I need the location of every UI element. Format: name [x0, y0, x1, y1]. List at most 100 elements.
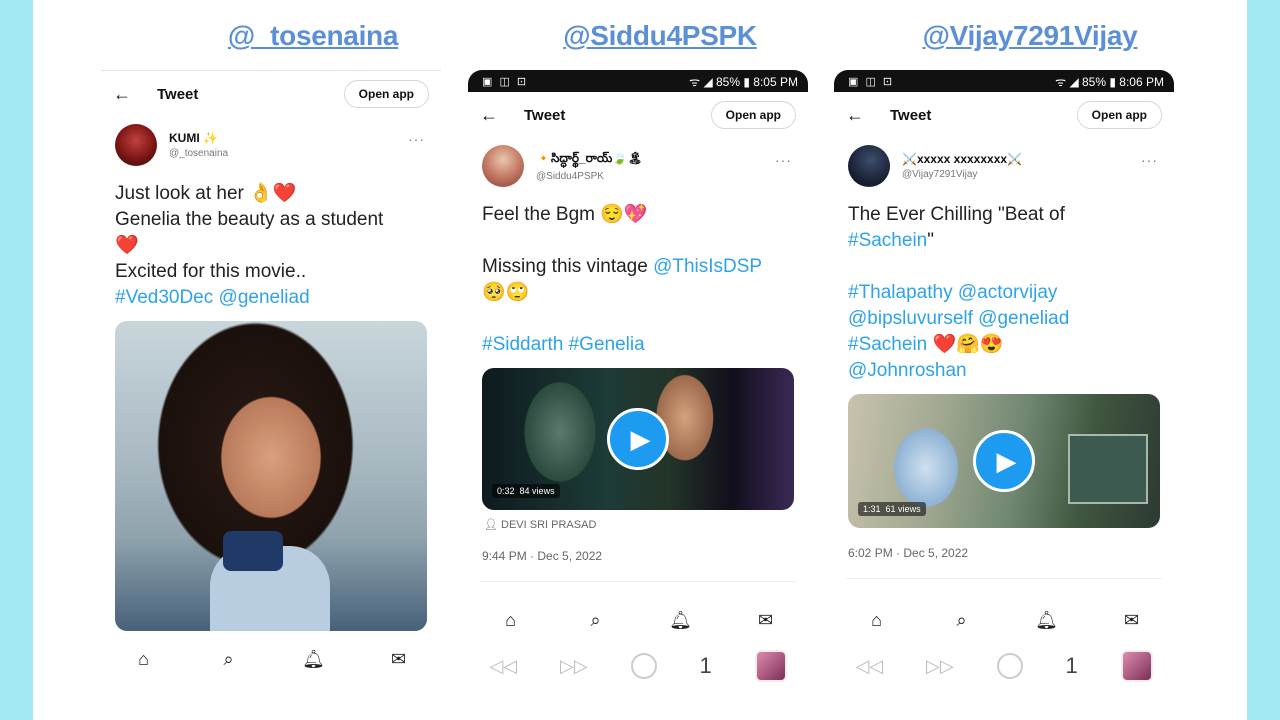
open-app-button[interactable]: Open app	[710, 101, 796, 129]
photo-bow	[223, 531, 283, 571]
video-duration: 0:32	[497, 486, 515, 496]
video-stats: 0:32 84 views	[492, 484, 560, 498]
hashtag-link[interactable]: #Siddarth #Genelia	[482, 332, 794, 358]
status-bar: ▣ ◫ ⊡ ᯤ ◢ 85% ▮ 8:06 PM	[834, 70, 1174, 92]
open-app-button[interactable]: Open app	[1076, 101, 1162, 129]
search-icon[interactable]: ⌕	[214, 649, 244, 670]
play-icon[interactable]: ▶	[973, 430, 1035, 492]
divider	[846, 578, 1162, 579]
search-icon[interactable]: ⌕	[947, 610, 977, 631]
arrow-left-icon[interactable]: ←	[846, 105, 880, 126]
hashtag-link[interactable]: #Thalapathy @actorvijay	[848, 280, 1160, 306]
avatar[interactable]	[482, 145, 524, 187]
avatar[interactable]	[848, 145, 890, 187]
username[interactable]: @Vijay7291Vijay	[902, 169, 1022, 180]
tweet-author: KUMI ✨ @_tosenaina ···	[101, 117, 441, 173]
tweet-header: ← Tweet Open app	[834, 92, 1174, 138]
tweet-line: The Ever Chilling "Beat of	[848, 204, 1065, 225]
video-frame-bus	[1068, 434, 1148, 504]
page-title: Tweet	[157, 85, 199, 103]
status-icons: ▣ ◫ ⊡	[848, 75, 895, 88]
person-icon: 👤︎	[484, 519, 502, 531]
tweet-text: The Ever Chilling "Beat of #Sachein" #Th…	[834, 194, 1174, 384]
tweet-header: ← Tweet Open app	[101, 71, 441, 117]
bell-icon[interactable]: 🔔︎	[299, 649, 329, 670]
bottom-navbar: ⌂ ⌕ 🔔︎ ✉	[468, 600, 808, 640]
browser-back-icon[interactable]: ◁◁	[855, 656, 883, 677]
tab-count[interactable]: 1	[1065, 653, 1077, 679]
display-name[interactable]: ⚔️xxxxx xxxxxxxx⚔️	[902, 152, 1022, 166]
mail-icon[interactable]: ✉	[384, 649, 414, 670]
tweet-line	[482, 306, 794, 332]
tweet-video[interactable]: ▶ 0:32 84 views	[482, 368, 794, 510]
username[interactable]: @Siddu4PSPK	[536, 171, 643, 182]
video-views: 84 views	[519, 486, 555, 496]
tweet-line	[482, 228, 794, 254]
tweet-emoji: ❤️🤗😍	[927, 334, 1004, 355]
mention-link[interactable]: @bipsluvurself @geneliad	[848, 306, 1160, 332]
browser-forward-icon[interactable]: ▷▷	[926, 656, 954, 677]
username[interactable]: @_tosenaina	[169, 148, 228, 159]
handle-label-1: @_tosenaina	[227, 20, 399, 51]
page-title: Tweet	[524, 106, 566, 124]
tweet-photo[interactable]	[115, 321, 427, 631]
bottom-navbar: ⌂ ⌕ 🔔︎ ✉	[834, 600, 1174, 640]
home-icon[interactable]: ⌂	[496, 610, 526, 631]
home-icon[interactable]: ⌂	[862, 610, 892, 631]
tweet-line: #Sachein ❤️🤗😍	[848, 332, 1160, 358]
status-bar: ▣ ◫ ⊡ ᯤ ◢ 85% ▮ 8:05 PM	[468, 70, 808, 92]
tweet-line	[848, 254, 1160, 280]
mention-link[interactable]: @Johnroshan	[848, 358, 1160, 384]
mail-icon[interactable]: ✉	[1117, 610, 1147, 631]
bell-icon[interactable]: 🔔︎	[1032, 610, 1062, 631]
profile-avatar[interactable]	[754, 650, 787, 682]
hashtag-link[interactable]: #Ved30Dec @geneliad	[115, 285, 427, 311]
browser-back-icon[interactable]: ◁◁	[489, 656, 517, 677]
display-name[interactable]: 🔸సిద్ధార్థ్_రాయ్🍃🏝	[536, 151, 643, 168]
home-icon[interactable]: ⌂	[129, 649, 159, 670]
play-icon[interactable]: ▶	[607, 408, 669, 470]
tweet-header: ← Tweet Open app	[468, 92, 808, 138]
tweet-screenshot-2: ▣ ◫ ⊡ ᯤ ◢ 85% ▮ 8:05 PM ← Tweet Open app…	[468, 70, 808, 695]
mail-icon[interactable]: ✉	[751, 610, 781, 631]
tweet-line: ❤️	[115, 235, 139, 256]
browser-toolbar: ◁◁ ▷▷ 1	[468, 644, 808, 688]
more-dots-icon[interactable]: ···	[408, 131, 425, 147]
tweet-screenshot-3: ▣ ◫ ⊡ ᯤ ◢ 85% ▮ 8:06 PM ← Tweet Open app…	[834, 70, 1174, 695]
media-attribution[interactable]: 👤︎ DEVI SRI PRASAD	[468, 510, 808, 531]
handle-label-3: @Vijay7291Vijay	[922, 20, 1138, 51]
video-duration: 1:31	[863, 504, 881, 514]
tweet-text-fragment: "	[927, 230, 934, 251]
browser-forward-icon[interactable]: ▷▷	[560, 656, 588, 677]
timestamp: 9:44 PM · Dec 5, 2022	[482, 549, 603, 563]
tweet-line: Excited for this movie..	[115, 261, 307, 282]
reload-icon[interactable]	[630, 653, 657, 679]
video-stats: 1:31 61 views	[858, 502, 926, 516]
search-icon[interactable]: ⌕	[581, 610, 611, 631]
bell-icon[interactable]: 🔔︎	[666, 610, 696, 631]
arrow-left-icon[interactable]: ←	[113, 84, 147, 105]
avatar[interactable]	[115, 124, 157, 166]
tab-count[interactable]: 1	[699, 653, 711, 679]
tweet-screenshot-1: ← Tweet Open app KUMI ✨ @_tosenaina ··· …	[101, 70, 441, 690]
collage-canvas: @_tosenaina @Siddu4PSPK @Vijay7291Vijay …	[33, 0, 1247, 720]
divider	[480, 581, 796, 582]
mention-link[interactable]: @ThisIsDSP	[653, 256, 762, 277]
reload-icon[interactable]	[996, 653, 1023, 679]
hashtag-link[interactable]: #Sachein	[848, 230, 927, 251]
hashtag-link[interactable]: #Sachein	[848, 334, 927, 355]
browser-toolbar: ◁◁ ▷▷ 1	[834, 644, 1174, 688]
tweet-line: 🥺🙄	[482, 282, 530, 303]
profile-avatar[interactable]	[1120, 650, 1153, 682]
display-name[interactable]: KUMI ✨	[169, 131, 228, 145]
tweet-video[interactable]: ▶ 1:31 61 views	[848, 394, 1160, 528]
tweet-text: Feel the Bgm 😌💖 Missing this vintage @Th…	[468, 194, 808, 358]
more-dots-icon[interactable]: ···	[775, 152, 792, 168]
page-title: Tweet	[890, 106, 932, 124]
tweet-author: 🔸సిద్ధార్థ్_రాయ్🍃🏝 @Siddu4PSPK ···	[468, 138, 808, 194]
open-app-button[interactable]: Open app	[343, 80, 429, 108]
more-dots-icon[interactable]: ···	[1141, 152, 1158, 168]
tweet-line: Missing this vintage @ThisIsDSP	[482, 254, 794, 280]
arrow-left-icon[interactable]: ←	[480, 105, 514, 126]
status-right: ᯤ ◢ 85% ▮ 8:05 PM	[689, 74, 798, 89]
